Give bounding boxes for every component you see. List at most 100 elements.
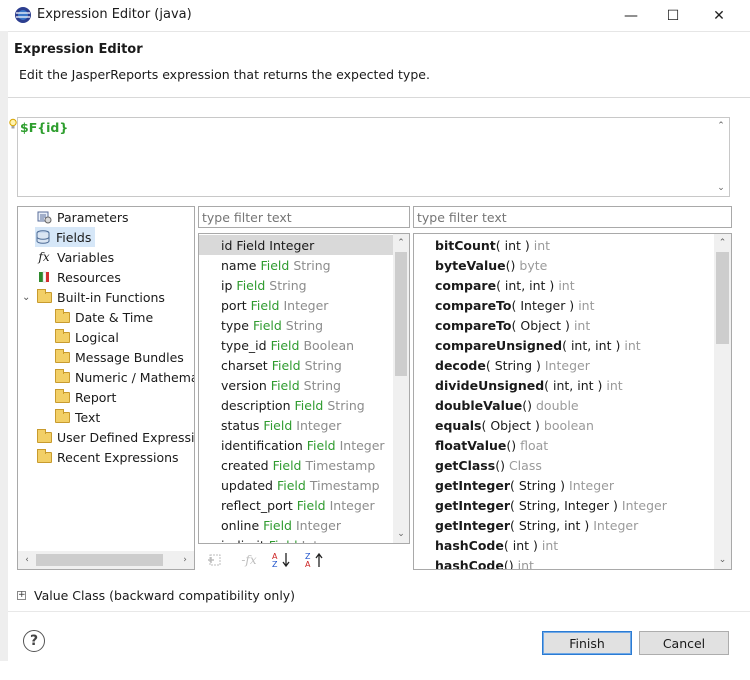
- list-item[interactable]: charset Field String: [199, 355, 393, 375]
- list-item[interactable]: hashCode( int ) int: [414, 535, 714, 555]
- svg-text:Z: Z: [272, 560, 278, 569]
- folder-icon: [54, 368, 70, 385]
- fields-scroll-thumb[interactable]: [395, 252, 407, 376]
- add-field-icon[interactable]: [203, 550, 229, 570]
- tree-item-text[interactable]: Text: [54, 407, 100, 427]
- tree-item-message-bundles[interactable]: Message Bundles: [54, 347, 184, 367]
- methods-list[interactable]: bitCount( int ) int byteValue() byte compa…: [413, 233, 732, 570]
- tree-item-label: User Defined Expressio: [57, 429, 195, 445]
- folder-icon: [54, 388, 70, 405]
- list-item[interactable]: getInteger( String ) Integer: [414, 475, 714, 495]
- list-item[interactable]: ip Field String: [199, 275, 393, 295]
- sort-descending-icon[interactable]: ZA: [302, 550, 328, 570]
- tree-item-numeric-mathematical[interactable]: Numeric / Mathemat: [54, 367, 195, 387]
- list-item[interactable]: reflect_port Field Integer: [199, 495, 393, 515]
- folder-icon: [54, 328, 70, 345]
- list-item[interactable]: created Field Timestamp: [199, 455, 393, 475]
- list-item[interactable]: is_limitFieldInteger: [199, 535, 393, 544]
- list-item[interactable]: updated Field Timestamp: [199, 475, 393, 495]
- list-item[interactable]: compare( int, int ) int: [414, 275, 714, 295]
- tree-item-logical[interactable]: Logical: [54, 327, 119, 347]
- tree-item-recent-expressions[interactable]: Recent Expressions: [36, 447, 179, 467]
- scroll-up-arrow-icon[interactable]: ⌃: [714, 236, 731, 250]
- value-class-section[interactable]: + Value Class (backward compatibility on…: [17, 585, 732, 605]
- tree-item-fields[interactable]: Fields: [35, 227, 95, 247]
- fields-toolbar: -fx AZ ZA: [203, 549, 328, 571]
- scroll-up-arrow-icon[interactable]: ⌃: [713, 119, 729, 133]
- scroll-down-arrow-icon[interactable]: ⌄: [713, 181, 729, 195]
- list-item[interactable]: compareTo( Integer ) int: [414, 295, 714, 315]
- methods-scroll-thumb[interactable]: [716, 252, 729, 344]
- list-item[interactable]: type Field String: [199, 315, 393, 335]
- scroll-down-arrow-icon[interactable]: ⌄: [714, 553, 731, 567]
- scroll-up-arrow-icon[interactable]: ⌃: [393, 236, 409, 250]
- list-item[interactable]: version Field String: [199, 375, 393, 395]
- list-item[interactable]: divideUnsigned( int, int ) int: [414, 375, 714, 395]
- list-item[interactable]: port Field Integer: [199, 295, 393, 315]
- fields-list[interactable]: id Field Integer name Field String ip Field St…: [198, 233, 410, 544]
- tree-item-label: Resources: [57, 269, 121, 285]
- methods-filter-input[interactable]: [413, 206, 732, 228]
- list-item[interactable]: status Field Integer: [199, 415, 393, 435]
- list-item[interactable]: identification Field Integer: [199, 435, 393, 455]
- expression-text[interactable]: $F{id}: [20, 120, 68, 135]
- sort-ascending-icon[interactable]: AZ: [269, 550, 295, 570]
- tree-item-label: Logical: [75, 329, 119, 345]
- tree-item-parameters[interactable]: Parameters: [36, 207, 129, 227]
- tree-item-label: Numeric / Mathemat: [75, 369, 195, 385]
- function-icon[interactable]: -fx: [236, 550, 262, 570]
- expression-scrollbar[interactable]: ⌃ ⌄: [713, 119, 729, 195]
- scroll-left-arrow-icon[interactable]: ‹: [20, 553, 34, 567]
- tree-item-label: Date & Time: [75, 309, 154, 325]
- list-item[interactable]: hashCode() int: [414, 555, 714, 570]
- list-item[interactable]: bitCount( int ) int: [414, 235, 714, 255]
- list-item[interactable]: description Field String: [199, 395, 393, 415]
- tree-item-report[interactable]: Report: [54, 387, 116, 407]
- expression-textarea[interactable]: [17, 117, 730, 197]
- list-item[interactable]: doubleValue() double: [414, 395, 714, 415]
- help-icon[interactable]: ?: [23, 630, 45, 652]
- list-item[interactable]: decode( String ) Integer: [414, 355, 714, 375]
- cancel-button[interactable]: Cancel: [639, 631, 729, 655]
- list-item[interactable]: name Field String: [199, 255, 393, 275]
- maximize-button[interactable]: ☐: [650, 0, 696, 31]
- list-item[interactable]: compareUnsigned( int, int ) int: [414, 335, 714, 355]
- list-item[interactable]: compareTo( Object ) int: [414, 315, 714, 335]
- list-item[interactable]: id Field Integer: [199, 235, 393, 255]
- tree-scroll-thumb[interactable]: [36, 554, 163, 566]
- folder-icon: [36, 288, 52, 305]
- expand-plus-icon[interactable]: +: [17, 590, 26, 600]
- category-tree[interactable]: Parameters Fields fx Variables Resources…: [17, 206, 195, 570]
- variables-icon: fx: [38, 250, 50, 264]
- scroll-right-arrow-icon[interactable]: ›: [178, 553, 192, 567]
- tree-item-variables[interactable]: fx Variables: [36, 247, 114, 267]
- list-item[interactable]: online Field Integer: [199, 515, 393, 535]
- tree-item-label: Report: [75, 389, 117, 405]
- list-item[interactable]: getClass() Class: [414, 455, 714, 475]
- folder-icon: [54, 408, 70, 425]
- list-item[interactable]: equals( Object ) boolean: [414, 415, 714, 435]
- close-button[interactable]: ✕: [696, 0, 742, 31]
- tree-item-user-defined-expressions[interactable]: User Defined Expressio: [36, 427, 195, 447]
- fields-filter-input[interactable]: [198, 206, 410, 228]
- list-item[interactable]: getInteger( String, Integer ) Integer: [414, 495, 714, 515]
- folder-icon: [36, 428, 52, 445]
- list-item[interactable]: type_id Field Boolean: [199, 335, 393, 355]
- folder-icon: [54, 348, 70, 365]
- scroll-down-arrow-icon[interactable]: ⌄: [393, 527, 409, 541]
- list-item[interactable]: floatValue() float: [414, 435, 714, 455]
- tree-item-label: Built-in Functions: [57, 289, 165, 305]
- tree-item-resources[interactable]: Resources: [36, 267, 121, 287]
- parameters-icon: [36, 209, 52, 225]
- chevron-down-icon[interactable]: ⌄: [22, 292, 36, 303]
- tree-item-date-time[interactable]: Date & Time: [54, 307, 153, 327]
- minimize-button[interactable]: —: [608, 0, 654, 31]
- tree-item-label: Recent Expressions: [57, 449, 179, 465]
- list-item[interactable]: getInteger( String, int ) Integer: [414, 515, 714, 535]
- finish-button[interactable]: Finish: [542, 631, 632, 655]
- dialog-header: [8, 31, 750, 97]
- folder-icon: [36, 448, 52, 465]
- tree-item-built-in-functions[interactable]: ⌄ Built-in Functions: [22, 287, 165, 307]
- list-item[interactable]: byteValue() byte: [414, 255, 714, 275]
- svg-text:A: A: [305, 560, 311, 569]
